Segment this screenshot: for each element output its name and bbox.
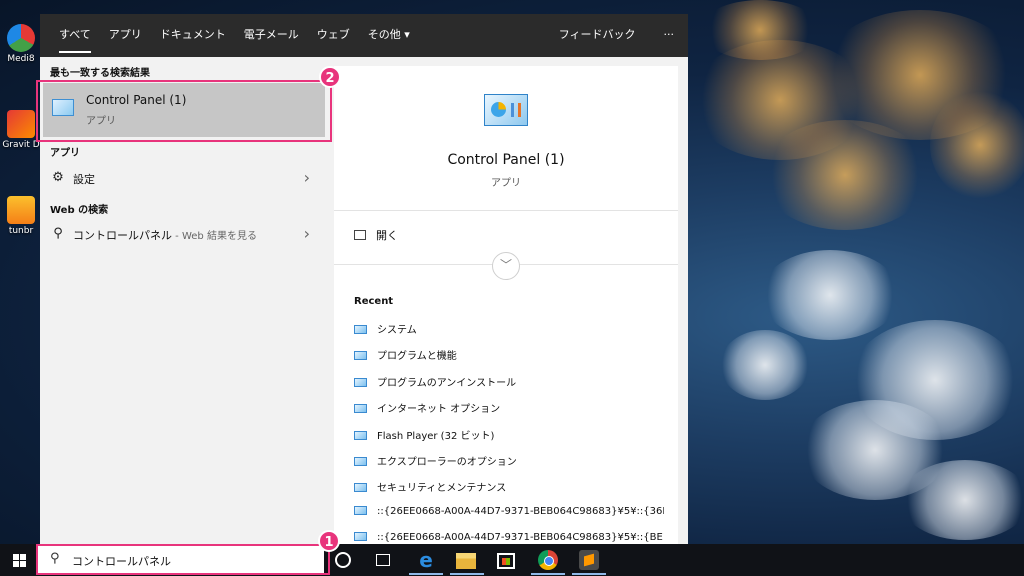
best-match-control-panel[interactable]: Control Panel (1) アプリ	[43, 83, 325, 137]
search-icon: ⚲	[53, 226, 63, 241]
edge-icon[interactable]: e	[416, 550, 436, 570]
taskbar: ⚲ コントロールパネル e	[0, 544, 1024, 576]
control-panel-item-icon	[354, 404, 367, 413]
task-view-icon[interactable]	[376, 554, 390, 566]
recent-item[interactable]: Flash Player (32 ビット)	[354, 427, 664, 442]
tab-email[interactable]: 電子メール	[235, 14, 308, 57]
recent-item[interactable]: プログラムのアンインストール	[354, 374, 664, 389]
chrome-icon[interactable]	[538, 550, 558, 570]
step-badge-1: 1	[318, 530, 340, 552]
desktop-icon-label: Medi8	[7, 54, 35, 64]
search-icon: ⚲	[50, 551, 60, 566]
apps-header: アプリ	[50, 148, 80, 159]
recent-header: Recent	[354, 296, 394, 307]
control-panel-item-icon	[354, 506, 367, 515]
results-list: 最も一致する検索結果 Control Panel (1) アプリ アプリ ⚙ 設…	[40, 57, 334, 544]
recent-item[interactable]: インターネット オプション	[354, 400, 664, 415]
search-text: コントロールパネル	[72, 555, 171, 568]
control-panel-item-icon	[354, 378, 367, 387]
search-panel: すべて アプリ ドキュメント 電子メール ウェブ その他 ▾ フィードバック ·…	[40, 14, 688, 544]
step-badge-2: 2	[319, 66, 341, 88]
medi8-icon	[7, 24, 35, 52]
open-icon	[354, 230, 366, 240]
gear-icon: ⚙	[52, 170, 64, 185]
desktop-icon-tunbr[interactable]: tunbr	[2, 196, 40, 236]
recent-item[interactable]: エクスプローラーのオプション	[354, 453, 664, 468]
detail-pane: Control Panel (1) アプリ 開く ﹀ Recent システム プ…	[334, 66, 678, 544]
control-panel-item-icon	[354, 351, 367, 360]
best-match-title: Control Panel (1)	[86, 93, 187, 107]
recent-item[interactable]: プログラムと機能	[354, 347, 664, 362]
tab-more[interactable]: その他 ▾	[359, 14, 419, 57]
start-button[interactable]	[0, 544, 38, 576]
settings-label: 設定	[73, 173, 95, 186]
recent-item[interactable]: ::{26EE0668-A00A-44D7-9371-BEB064C98683}…	[354, 532, 664, 543]
expand-chevron-icon[interactable]: ﹀	[492, 252, 520, 280]
active-app-indicator	[450, 573, 484, 575]
search-tabs: すべて アプリ ドキュメント 電子メール ウェブ その他 ▾ フィードバック ·…	[40, 14, 688, 57]
recent-item[interactable]: システム	[354, 321, 664, 336]
detail-title: Control Panel (1)	[447, 152, 565, 168]
divider	[334, 210, 678, 211]
active-app-indicator	[572, 573, 606, 575]
control-panel-item-icon	[354, 483, 367, 492]
folder-icon	[7, 196, 35, 224]
control-panel-icon	[52, 99, 74, 116]
taskbar-search-input[interactable]: ⚲ コントロールパネル	[38, 546, 324, 574]
desktop-icon-medi8[interactable]: Medi8	[2, 24, 40, 64]
desktop-icon-label: tunbr	[8, 226, 34, 236]
file-explorer-icon[interactable]	[456, 553, 476, 569]
tab-web[interactable]: ウェブ	[308, 14, 359, 57]
best-match-header: 最も一致する検索結果	[50, 68, 150, 79]
gravit-icon	[7, 110, 35, 138]
cortana-icon[interactable]	[335, 552, 351, 568]
result-web-search[interactable]: ⚲ コントロールパネル - Web 結果を見る ›	[40, 220, 334, 248]
detail-subtitle: アプリ	[491, 178, 521, 189]
sublime-text-icon[interactable]	[579, 550, 599, 570]
active-app-indicator	[409, 573, 443, 575]
open-action[interactable]: 開く	[354, 227, 398, 243]
control-panel-item-icon	[354, 325, 367, 334]
tab-documents[interactable]: ドキュメント	[151, 14, 235, 57]
control-panel-item-icon	[354, 532, 367, 541]
active-app-indicator	[531, 573, 565, 575]
control-panel-item-icon	[354, 431, 367, 440]
tab-all[interactable]: すべて	[50, 14, 100, 57]
best-match-subtitle: アプリ	[86, 116, 116, 127]
windows-start-icon	[13, 554, 26, 567]
web-search-header: Web の検索	[50, 205, 109, 216]
desktop-icon-label: Gravit D	[2, 140, 40, 150]
chevron-right-icon: ›	[303, 224, 310, 243]
recent-item[interactable]: セキュリティとメンテナンス	[354, 479, 664, 494]
result-settings[interactable]: ⚙ 設定 ›	[40, 164, 334, 192]
control-panel-item-icon	[354, 457, 367, 466]
more-options-button[interactable]: ···	[650, 14, 689, 57]
feedback-button[interactable]: フィードバック	[545, 14, 650, 57]
web-search-label: コントロールパネル - Web 結果を見る	[73, 229, 257, 242]
desktop-icon-gravit[interactable]: Gravit D	[2, 110, 40, 150]
control-panel-large-icon	[484, 94, 528, 126]
recent-item[interactable]: ::{26EE0668-A00A-44D7-9371-BEB064C98683}…	[354, 506, 664, 517]
store-icon[interactable]	[497, 553, 515, 569]
chevron-right-icon: ›	[303, 168, 310, 187]
tab-apps[interactable]: アプリ	[100, 14, 151, 57]
